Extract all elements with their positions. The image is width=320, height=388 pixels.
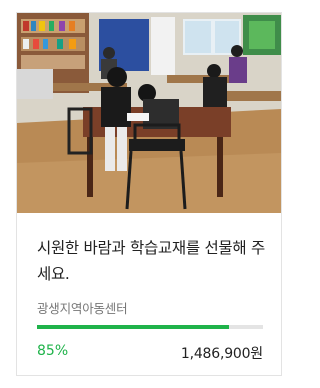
progress-bar-fill [37,325,230,329]
campaign-title[interactable]: 시원한 바람과 학습교재를 선물해 주세요. [37,235,269,287]
progress-bar [37,325,263,329]
progress-percent: 85% [37,343,69,359]
campaign-photo[interactable] [17,13,281,213]
organization-name: 광생지역아동센터 [37,301,128,316]
donation-campaign-card[interactable]: 시원한 바람과 학습교재를 선물해 주세요. 광생지역아동센터 85% 1,48… [16,12,282,376]
donation-amount: 1,486,900원 [180,346,263,362]
classroom-photo-illustration [17,13,281,213]
